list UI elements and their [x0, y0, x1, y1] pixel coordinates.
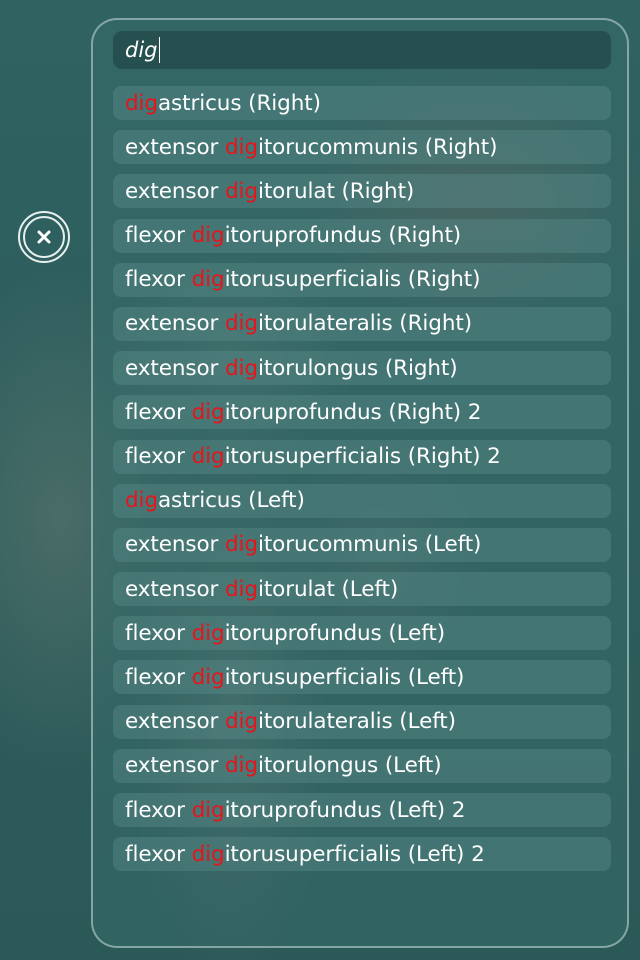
result-item[interactable]: extensor dig itorucommunis (Left) — [113, 527, 611, 562]
result-match-highlight: dig — [225, 355, 258, 381]
result-text-prefix: extensor — [125, 709, 225, 735]
result-text-prefix: extensor — [125, 178, 225, 204]
result-match-highlight: dig — [125, 488, 158, 514]
result-match-highlight: dig — [191, 399, 225, 425]
result-text-suffix: itorulateralis (Right) — [257, 311, 472, 337]
close-button-inner — [23, 216, 65, 258]
result-item[interactable]: flexor dig itorusuperficialis (Right) — [113, 262, 611, 297]
result-text-suffix: itorulongus (Left) — [257, 753, 442, 779]
result-match-highlight: dig — [225, 311, 258, 337]
result-text-prefix: flexor — [125, 444, 192, 469]
result-text-prefix: flexor — [125, 223, 192, 249]
result-item[interactable]: flexor dig itorusuperficialis (Left) 2 — [113, 837, 611, 872]
result-item[interactable]: dig astricus (Left) — [113, 483, 611, 518]
close-button[interactable] — [18, 211, 70, 263]
result-text-prefix: flexor — [125, 841, 192, 867]
result-text-suffix: itorusuperficialis (Right) — [224, 267, 481, 293]
result-match-highlight: dig — [191, 664, 225, 690]
result-item[interactable]: extensor dig itorulat (Right) — [113, 174, 611, 209]
result-text-suffix: astricus (Right) — [157, 90, 321, 116]
result-match-highlight: dig — [225, 532, 258, 558]
result-text-suffix: itorusuperficialis (Left) 2 — [224, 841, 485, 867]
result-match-highlight: dig — [125, 90, 158, 116]
result-text-prefix: flexor — [125, 620, 192, 646]
result-item[interactable]: extensor dig itorulat (Left) — [113, 572, 611, 607]
result-text-prefix: extensor — [125, 753, 225, 779]
result-text-suffix: itoruprofundus (Left) 2 — [224, 797, 466, 823]
result-text-prefix: flexor — [125, 267, 192, 293]
result-item[interactable]: extensor dig itorucommunis (Right) — [113, 130, 611, 165]
result-item[interactable]: flexor dig itorusuperficialis (Right) 2 — [113, 439, 611, 474]
result-item[interactable]: flexor dig itoruprofundus (Left) — [113, 616, 611, 651]
result-text-suffix: itoruprofundus (Left) — [224, 620, 446, 646]
search-bar[interactable]: dig — [113, 31, 611, 69]
result-text-prefix: extensor — [125, 311, 225, 337]
result-item[interactable]: extensor dig itorulateralis (Right) — [113, 306, 611, 341]
result-text-suffix: itorulat (Left) — [257, 576, 399, 602]
result-item[interactable]: extensor dig itorulongus (Right) — [113, 351, 611, 386]
result-item[interactable]: extensor dig itorulongus (Left) — [113, 748, 611, 783]
result-match-highlight: dig — [191, 620, 225, 646]
result-match-highlight: dig — [225, 709, 258, 735]
result-match-highlight: dig — [225, 178, 258, 204]
result-match-highlight: dig — [225, 134, 258, 160]
result-text-suffix: itorusuperficialis (Left) — [224, 664, 465, 690]
result-text-suffix: astricus (Left) — [157, 488, 305, 514]
result-text-suffix: itorusuperficialis (Right) 2 — [224, 444, 501, 469]
text-caret — [158, 37, 160, 63]
result-text-prefix: flexor — [125, 664, 192, 690]
result-item[interactable]: flexor dig itoruprofundus (Right) — [113, 218, 611, 253]
result-item[interactable]: dig astricus (Right) — [113, 86, 611, 120]
result-text-prefix: extensor — [125, 134, 225, 160]
result-text-prefix: extensor — [125, 576, 225, 602]
result-text-suffix: itoruprofundus (Right) — [224, 223, 462, 249]
result-match-highlight: dig — [191, 444, 225, 469]
result-text-prefix: flexor — [125, 399, 192, 425]
result-text-prefix: extensor — [125, 355, 225, 381]
result-text-suffix: itorulongus (Right) — [257, 355, 458, 381]
search-input[interactable]: dig — [125, 38, 158, 62]
result-item[interactable]: flexor dig itorusuperficialis (Left) — [113, 660, 611, 695]
result-match-highlight: dig — [191, 223, 225, 249]
result-item[interactable]: flexor dig itoruprofundus (Right) 2 — [113, 395, 611, 430]
close-icon — [37, 230, 51, 244]
result-item[interactable]: extensor dig itorulateralis (Left) — [113, 704, 611, 739]
search-panel: dig dig astricus (Right) extensor dig itoru… — [91, 18, 629, 948]
result-match-highlight: dig — [191, 267, 225, 293]
result-match-highlight: dig — [225, 753, 258, 779]
result-text-suffix: itorucommunis (Left) — [257, 532, 482, 558]
results-list: dig astricus (Right) extensor dig itorucomm… — [113, 86, 611, 881]
result-text-prefix: extensor — [125, 532, 225, 558]
result-text-suffix: itoruprofundus (Right) 2 — [224, 399, 482, 425]
result-match-highlight: dig — [225, 576, 258, 602]
result-text-suffix: itorulat (Right) — [257, 178, 415, 204]
result-match-highlight: dig — [191, 841, 225, 867]
result-text-suffix: itorulateralis (Left) — [257, 709, 456, 735]
result-match-highlight: dig — [191, 797, 225, 823]
result-item[interactable]: flexor dig itoruprofundus (Left) 2 — [113, 793, 611, 827]
result-text-suffix: itorucommunis (Right) — [257, 134, 498, 160]
result-text-prefix: flexor — [125, 797, 192, 823]
